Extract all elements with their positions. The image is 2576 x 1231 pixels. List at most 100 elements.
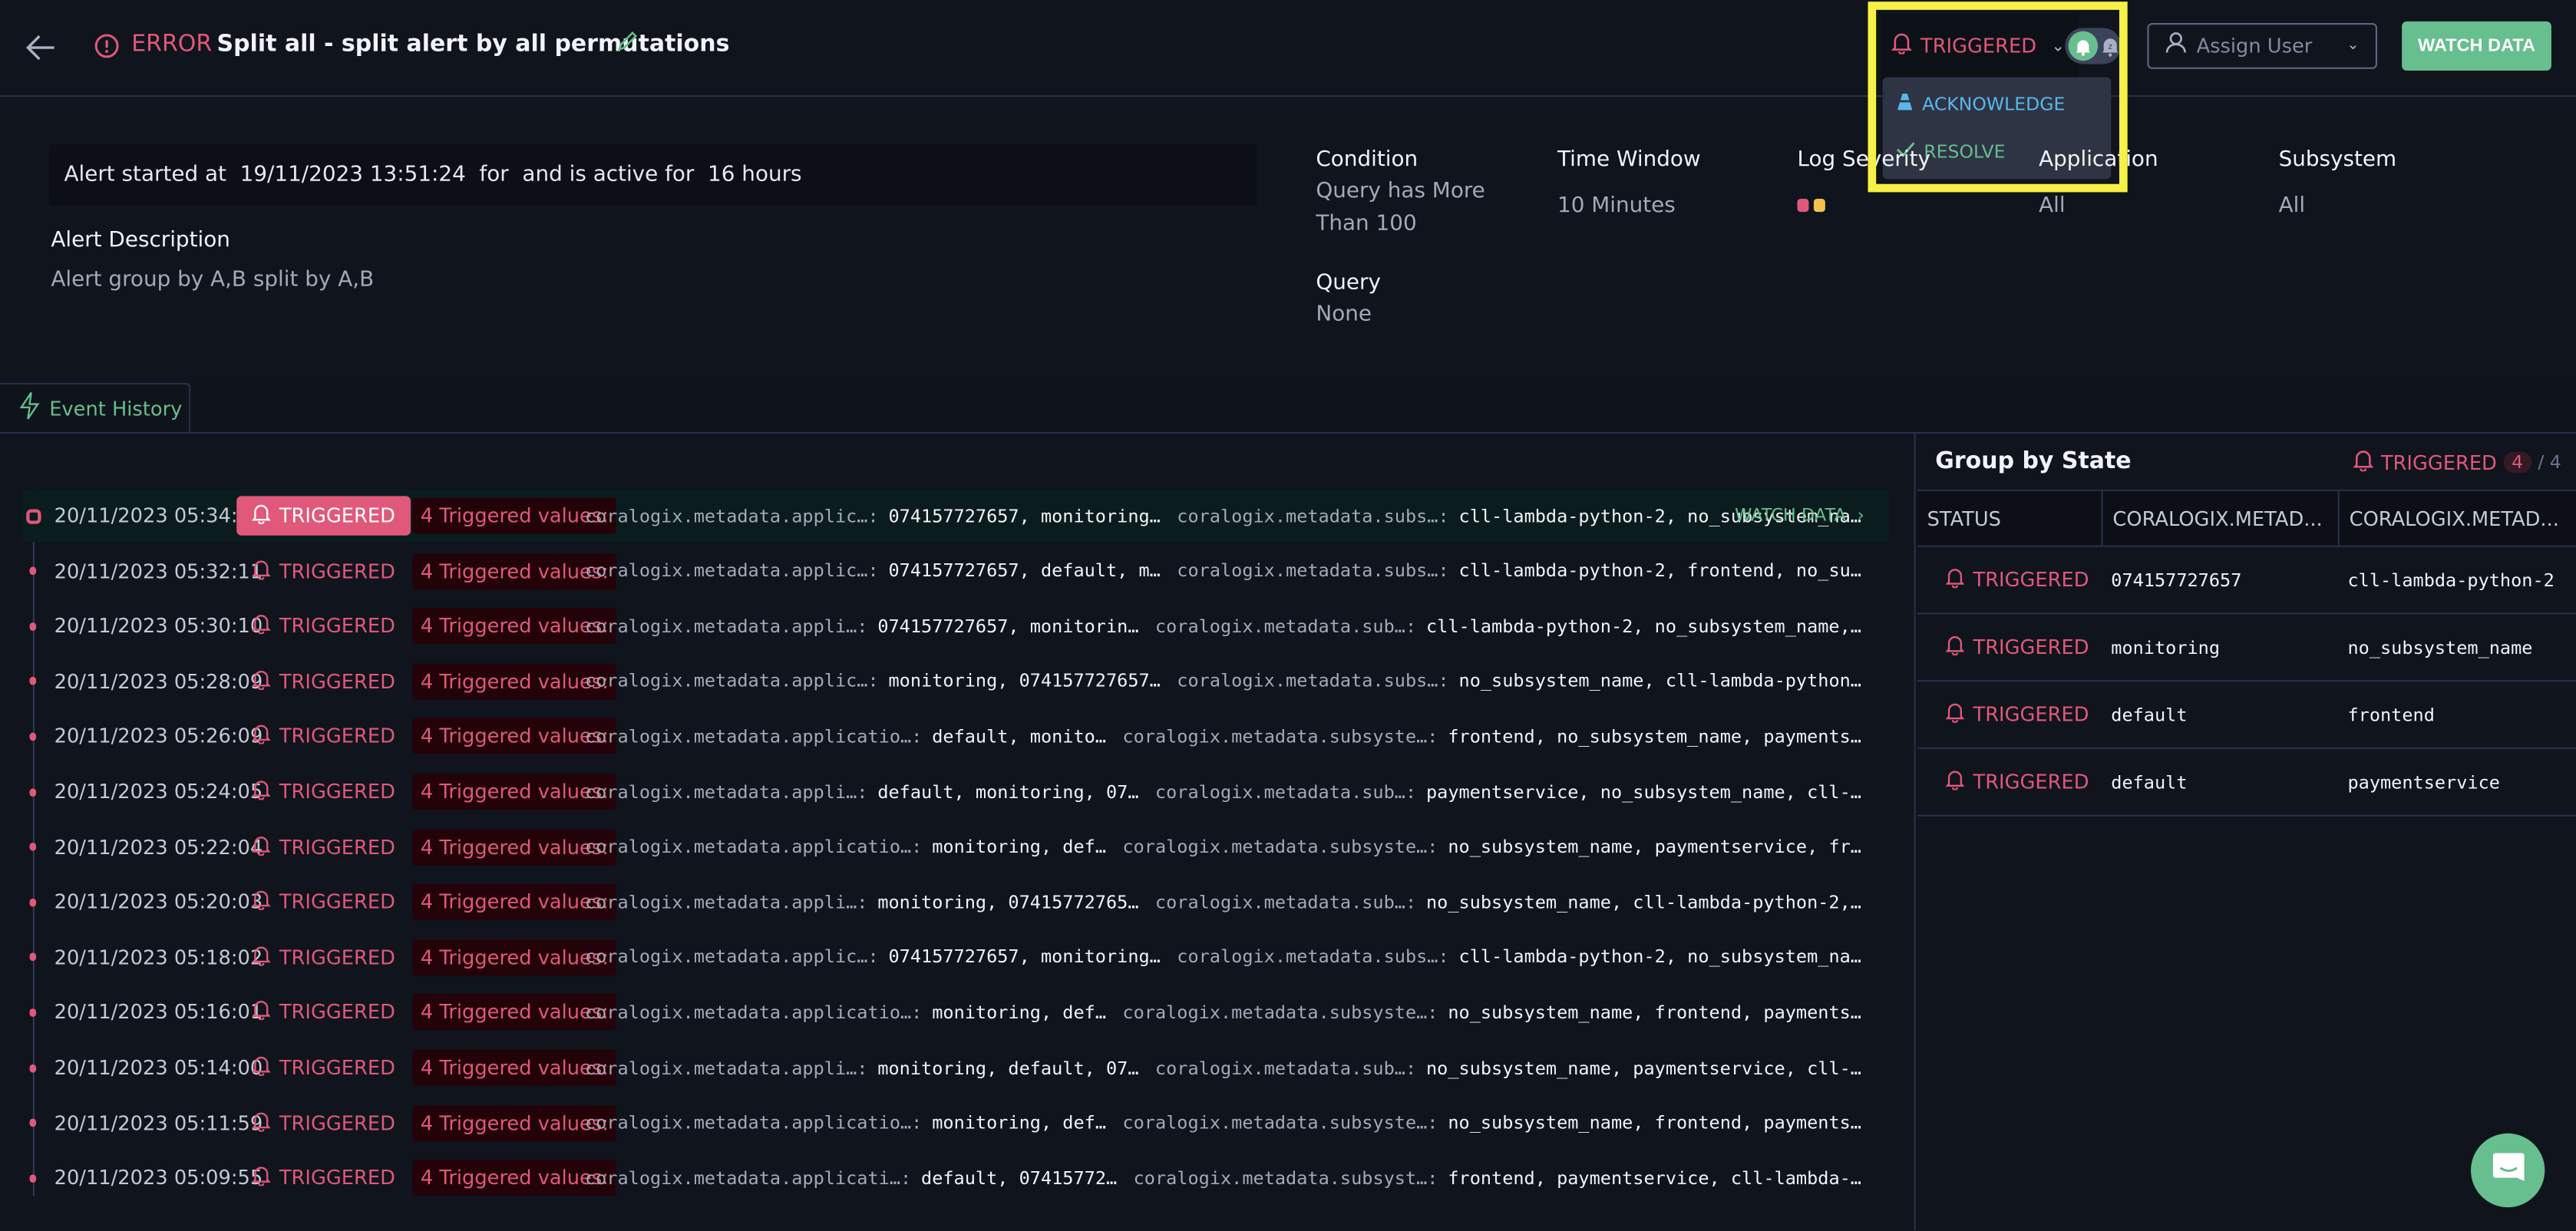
- triggered-values: coralogix.metadata.applic…: 074157727657…: [585, 560, 1861, 582]
- group-application-cell: default: [2111, 704, 2188, 725]
- triggered-values: coralogix.metadata.applic…: monitoring, …: [585, 671, 1861, 692]
- tab-label: Event History: [49, 396, 183, 420]
- status-label: TRIGGERED: [279, 890, 395, 914]
- assign-user-placeholder: Assign User: [2196, 34, 2313, 58]
- time-window-field: Time Window 10 Minutes: [1557, 148, 1701, 223]
- group-values-subsystem: frontend, paymentservice, cll-lambda-…: [1448, 1167, 1861, 1189]
- group-table: STATUS CORALOGIX.METAD... CORALOGIX.META…: [1917, 489, 2576, 817]
- severity-error-dot: [1797, 198, 1809, 213]
- bell-icon: [251, 999, 271, 1025]
- group-key-application: coralogix.metadata.applic…:: [584, 505, 879, 526]
- event-row[interactable]: 20/11/2023 05:32:11 TRIGGERED 4 Triggere…: [21, 545, 1890, 597]
- group-values-subsystem: no_subsystem_name, cll-lambda-python…: [1458, 670, 1861, 692]
- event-row[interactable]: 20/11/2023 05:30:10 TRIGGERED 4 Triggere…: [21, 600, 1890, 652]
- timeline-dot: [29, 566, 37, 576]
- event-timestamp: 20/11/2023 05:28:09: [54, 669, 263, 693]
- status-badge: TRIGGERED: [236, 993, 410, 1032]
- event-row[interactable]: 20/11/2023 05:26:09 TRIGGERED 4 Triggere…: [21, 710, 1890, 762]
- event-timestamp: 20/11/2023 05:30:10: [54, 614, 263, 638]
- event-row[interactable]: 20/11/2023 05:09:55 TRIGGERED 4 Triggere…: [21, 1152, 1890, 1204]
- group-values-subsystem: frontend, no_subsystem_name, payments…: [1448, 725, 1861, 748]
- status-dropdown-label: TRIGGERED: [1920, 34, 2037, 58]
- tab-bar: Event History: [0, 382, 2576, 434]
- group-values-application: monitoring, 074157727657…: [888, 670, 1161, 692]
- subsystem-field: Subsystem All: [2279, 148, 2397, 223]
- group-key-subsystem: coralogix.metadata.subs…:: [1177, 946, 1449, 969]
- status-label: TRIGGERED: [279, 1001, 395, 1025]
- group-key-subsystem: coralogix.metadata.sub…:: [1154, 891, 1417, 913]
- group-table-row[interactable]: TRIGGERED monitoring no_subsystem_name: [1917, 614, 2576, 682]
- event-row[interactable]: 20/11/2023 05:14:00 TRIGGERED 4 Triggere…: [21, 1041, 1890, 1094]
- event-row[interactable]: 20/11/2023 05:22:04 TRIGGERED 4 Triggere…: [21, 820, 1890, 873]
- log-severity-dots: [1797, 190, 1930, 223]
- group-table-row[interactable]: TRIGGERED default paymentservice: [1917, 749, 2576, 817]
- status-badge: TRIGGERED: [236, 551, 410, 590]
- bell-icon: [251, 833, 271, 860]
- bell-icon: [251, 779, 271, 805]
- description-heading: Alert Description: [51, 228, 230, 253]
- group-key-application: coralogix.metadata.appli…:: [584, 615, 868, 637]
- timeline-dot: [29, 1173, 37, 1183]
- edit-pencil-icon[interactable]: [616, 30, 639, 53]
- event-row[interactable]: 20/11/2023 05:24:05 TRIGGERED 4 Triggere…: [21, 765, 1890, 817]
- event-timestamp: 20/11/2023 05:11:59: [54, 1111, 263, 1135]
- triggered-values: coralogix.metadata.appli…: monitoring, d…: [585, 1057, 1861, 1078]
- timeline-dot: [29, 898, 37, 906]
- chat-button[interactable]: [2471, 1133, 2545, 1208]
- group-key-subsystem: coralogix.metadata.sub…:: [1154, 1057, 1417, 1079]
- column-header-application[interactable]: CORALOGIX.METAD...: [2103, 490, 2340, 546]
- condition-value: Query has More Than 100: [1316, 179, 1485, 237]
- bell-icon: [251, 889, 271, 915]
- page-header: ERROR Split all - split alert by all per…: [0, 0, 2576, 180]
- page-title: Split all - split alert by all permutati…: [216, 31, 730, 58]
- bell-icon: [251, 613, 271, 639]
- column-header-status[interactable]: STATUS: [1917, 490, 2103, 546]
- group-table-row[interactable]: TRIGGERED 074157727657 cll-lambda-python…: [1917, 547, 2576, 615]
- condition-heading: Condition: [1316, 147, 1418, 173]
- assign-user-dropdown[interactable]: Assign User ⌄: [2147, 22, 2378, 69]
- row-watch-data-link[interactable]: WATCH DATA ›: [1735, 506, 1864, 526]
- group-key-subsystem: coralogix.metadata.subs…:: [1177, 670, 1449, 692]
- triggered-values: coralogix.metadata.appli…: default, moni…: [585, 781, 1861, 803]
- event-row[interactable]: 20/11/2023 05:34:12 TRIGGERED 4 Triggere…: [21, 489, 1890, 543]
- status-dropdown[interactable]: TRIGGERED ⌄: [1881, 13, 2079, 79]
- bell-icon: [251, 503, 271, 529]
- menu-item-acknowledge[interactable]: ACKNOWLEDGE: [1896, 92, 2065, 117]
- group-table-header: STATUS CORALOGIX.METAD... CORALOGIX.META…: [1917, 490, 2576, 547]
- status-label: TRIGGERED: [279, 1056, 395, 1080]
- status-badge: TRIGGERED: [236, 606, 410, 645]
- event-row[interactable]: 20/11/2023 05:28:09 TRIGGERED 4 Triggere…: [21, 655, 1890, 708]
- group-by-state-title: Group by State: [1935, 448, 2132, 475]
- group-application-cell: 074157727657: [2111, 569, 2242, 591]
- bell-icon: [251, 1110, 271, 1136]
- event-timestamp: 20/11/2023 05:09:55: [54, 1167, 263, 1190]
- group-values-application: monitoring, def…: [932, 1112, 1107, 1134]
- bell-active-icon: [2068, 31, 2099, 61]
- event-row[interactable]: 20/11/2023 05:11:59 TRIGGERED 4 Triggere…: [21, 1097, 1890, 1149]
- bell-snooze-icon: z: [2098, 33, 2121, 59]
- event-row[interactable]: 20/11/2023 05:20:03 TRIGGERED 4 Triggere…: [21, 876, 1890, 928]
- column-header-subsystem[interactable]: CORALOGIX.METAD...: [2340, 490, 2576, 546]
- group-table-row[interactable]: TRIGGERED default frontend: [1917, 682, 2576, 749]
- group-by-state-panel: Group by State TRIGGERED 4 / 4 STATUS CO…: [1914, 434, 2576, 1231]
- group-values-subsystem: no_subsystem_name, frontend, payments…: [1448, 1112, 1861, 1134]
- group-key-subsystem: coralogix.metadata.subs…:: [1177, 560, 1449, 582]
- group-key-subsystem: coralogix.metadata.subs…:: [1177, 505, 1449, 526]
- watch-data-button[interactable]: WATCH DATA: [2402, 21, 2551, 71]
- summary-count: 4: [2503, 451, 2531, 474]
- group-key-subsystem: coralogix.metadata.subsyst…:: [1133, 1167, 1438, 1189]
- bell-icon: [251, 944, 271, 970]
- status-label: TRIGGERED: [279, 835, 395, 859]
- tab-event-history[interactable]: Event History: [0, 382, 191, 432]
- back-arrow-icon[interactable]: [23, 30, 59, 66]
- snooze-toggle[interactable]: z: [2065, 28, 2122, 64]
- time-window-heading: Time Window: [1557, 147, 1701, 173]
- group-status-cell: TRIGGERED: [1917, 749, 2103, 815]
- severity-warning-dot: [1813, 198, 1825, 213]
- status-badge: TRIGGERED: [236, 1048, 410, 1087]
- group-values-subsystem: no_subsystem_name, cll-lambda-python-2,…: [1425, 891, 1861, 913]
- event-row[interactable]: 20/11/2023 05:16:01 TRIGGERED 4 Triggere…: [21, 986, 1890, 1038]
- triggered-values: coralogix.metadata.applicati…: default, …: [585, 1167, 1861, 1189]
- event-row[interactable]: 20/11/2023 05:18:02 TRIGGERED 4 Triggere…: [21, 931, 1890, 983]
- group-key-application: coralogix.metadata.applicati…:: [584, 1167, 912, 1189]
